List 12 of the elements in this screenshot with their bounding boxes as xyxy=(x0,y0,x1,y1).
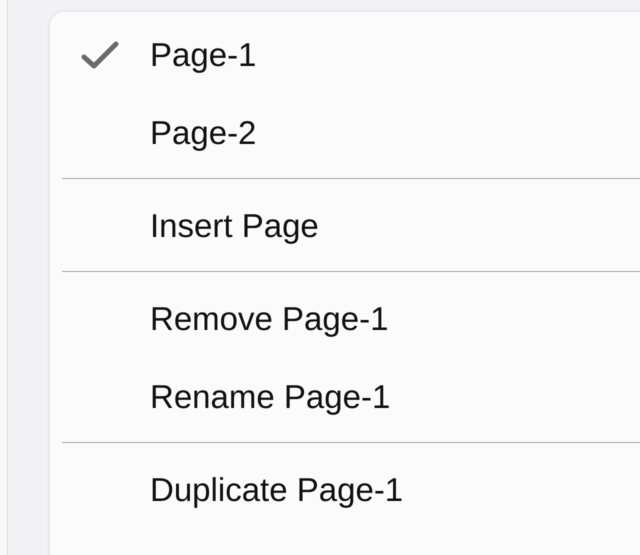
menu-item-label: Page-1 xyxy=(150,36,256,74)
menu-item-label: Rename Page-1 xyxy=(150,378,390,416)
menu-item-label: Page-2 xyxy=(150,114,256,152)
menu-item[interactable]: Remove Page-1 xyxy=(50,280,640,358)
menu-item-label: Remove Page-1 xyxy=(150,300,388,338)
menu-item-label: Insert Page xyxy=(150,207,319,245)
menu-item[interactable]: Page-1 xyxy=(50,16,640,94)
menu-item[interactable]: Page-2 xyxy=(50,94,640,172)
menu-item-label: Duplicate Page-1 xyxy=(150,471,404,509)
menu-item[interactable]: Duplicate Page-1 xyxy=(50,451,640,529)
menu-item[interactable]: Insert Page xyxy=(50,187,640,265)
menu-item[interactable]: Rename Page-1 xyxy=(50,358,640,436)
